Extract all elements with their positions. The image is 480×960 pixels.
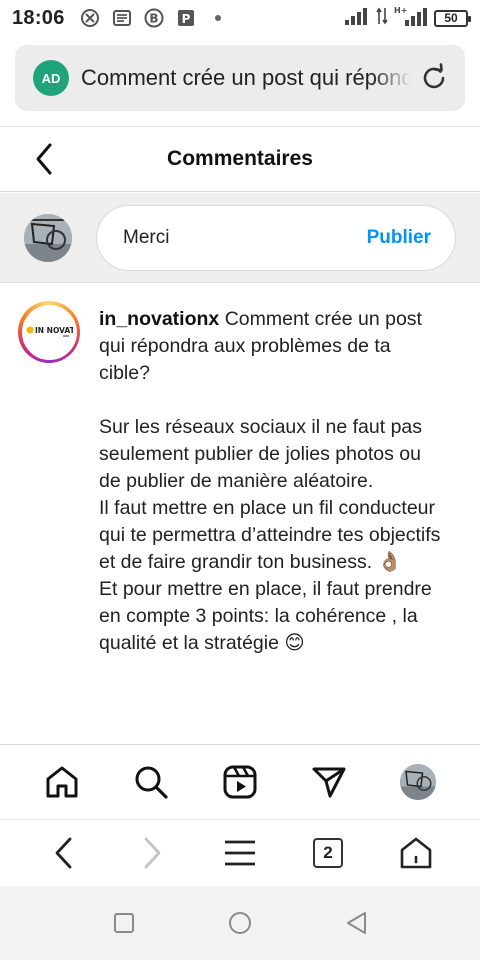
avatar-logo-text: IN NOVATION [35,326,73,335]
post-username[interactable]: in_novationx [99,308,219,330]
recents-icon[interactable] [110,909,138,937]
url-text[interactable]: Comment crée un post qui répondra [81,65,411,91]
comment-composer: Merci Publier [0,193,480,283]
caption-paragraph: Sur les réseaux sociaux il ne faut pas s… [99,416,423,492]
profile-tab[interactable] [396,760,440,804]
reels-icon[interactable] [218,760,262,804]
browser-url-bar[interactable]: AD Comment crée un post qui répondra [15,45,465,111]
ad-block-badge-icon[interactable]: AD [33,60,69,96]
browser-bottom-bar: 2 [0,820,480,886]
signal-bars-icon [344,6,370,31]
back-triangle-icon[interactable] [342,909,370,937]
caption-text: in_novationx Comment crée un post qui ré… [99,306,444,657]
page-title: Commentaires [167,147,313,170]
svg-text:P: P [181,12,190,26]
svg-text:H+: H+ [394,6,407,15]
send-icon[interactable] [307,760,351,804]
instagram-tab-bar [0,744,480,820]
search-icon[interactable] [129,760,173,804]
forward-icon[interactable] [130,831,174,875]
caption-paragraph: Il faut mettre en place un fil conducteu… [99,497,441,573]
status-time: 18:06 [12,6,65,29]
svg-text:B: B [149,12,158,26]
news-notification-icon [111,7,133,29]
publish-button[interactable]: Publier [367,227,431,249]
notification-icons: B P [79,7,229,29]
reload-icon[interactable] [417,61,451,95]
avatar[interactable] [399,764,436,800]
crypto-notification-icon: B [143,7,165,29]
tabs-count[interactable]: 2 [313,838,343,868]
home-circle-icon[interactable] [226,909,254,937]
comment-input-value[interactable]: Merci [123,227,169,249]
menu-icon[interactable] [218,831,262,875]
app-notification-icon: P [175,7,197,29]
avatar [24,213,72,262]
back-icon[interactable] [42,831,86,875]
comment-input[interactable]: Merci Publier [96,204,456,271]
tabs-icon[interactable]: 2 [306,831,350,875]
status-bar: 18:06 B P H+ 50 [0,0,480,36]
home-icon[interactable] [394,831,438,875]
data-transfer-icon [376,6,388,31]
battery-indicator: 50 [434,9,471,27]
avatar[interactable]: IN NOVATION [21,304,77,360]
signal-bars-h-plus-icon: H+ [394,5,428,32]
comments-header: Commentaires [0,126,480,192]
blocked-notification-icon [79,7,101,29]
caption-paragraph: Et pour mettre en place, il faut prendre… [99,578,432,654]
back-chevron-icon[interactable] [26,141,62,177]
post-caption: IN NOVATION in_novationx Comment crée un… [0,284,480,744]
home-icon[interactable] [40,760,84,804]
system-indicators: H+ 50 [344,5,471,32]
android-navigation-bar [0,886,480,960]
more-notifications-dot-icon [207,7,229,29]
story-ring[interactable]: IN NOVATION [18,301,80,363]
